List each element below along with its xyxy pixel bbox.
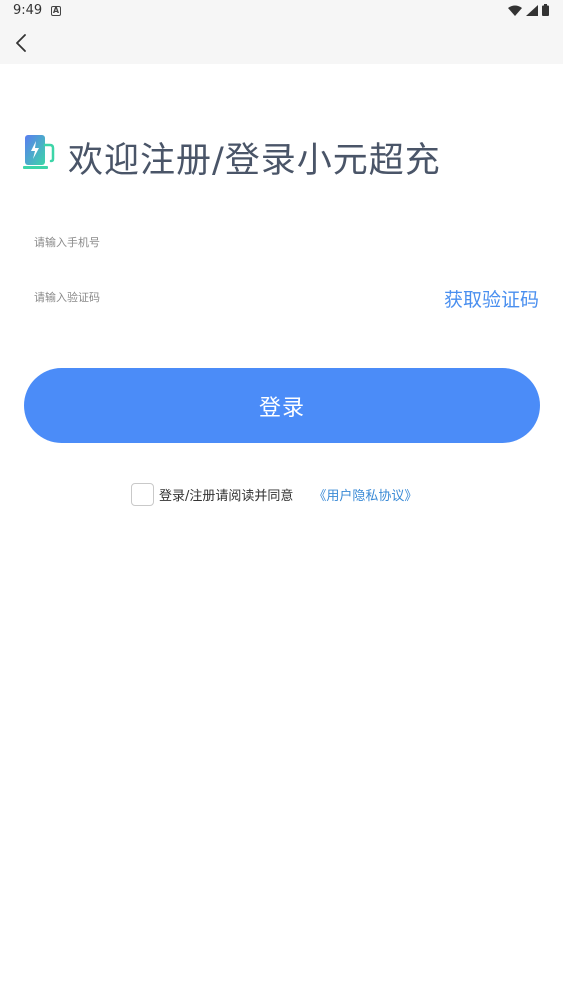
verification-code-input[interactable] <box>34 286 414 310</box>
signal-icon <box>526 4 538 16</box>
agreement-checkbox[interactable] <box>131 483 154 506</box>
back-button[interactable] <box>8 30 34 56</box>
page-title: 欢迎注册/登录小元超充 <box>68 141 441 181</box>
phone-input[interactable] <box>34 231 414 255</box>
battery-icon <box>542 4 549 16</box>
charging-station-icon <box>23 135 55 169</box>
status-time: 9:49 <box>13 3 43 18</box>
login-screen: 9:49 A 欢迎注册/登录小元超充 请输入手机号 请输入验证码 获取验证码 登… <box>0 0 563 1002</box>
agreement-text: 登录/注册请阅读并同意 <box>159 489 294 504</box>
login-button[interactable]: 登录 <box>24 368 540 443</box>
top-bar: 9:49 A <box>0 0 563 64</box>
privacy-policy-link[interactable]: 《用户隐私协议》 <box>313 485 417 504</box>
notification-icon: A <box>51 6 61 16</box>
get-code-button[interactable]: 获取验证码 <box>444 285 539 312</box>
status-icons <box>508 4 549 16</box>
chevron-left-icon <box>16 34 26 52</box>
wifi-icon <box>508 5 522 16</box>
agreement-row: 登录/注册请阅读并同意 《用户隐私协议》 <box>131 483 417 506</box>
